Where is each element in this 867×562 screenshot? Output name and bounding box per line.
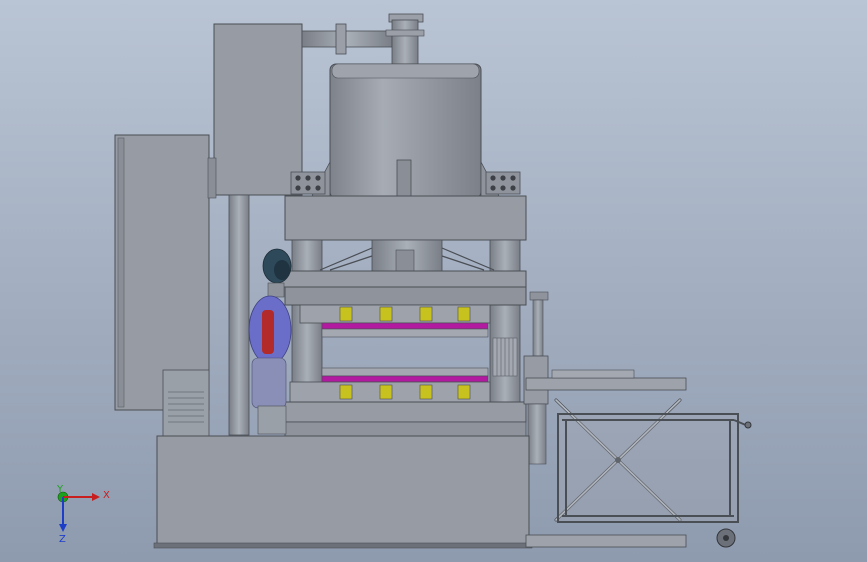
top-crown-beam xyxy=(284,195,527,241)
moving-platen xyxy=(279,270,527,306)
hydraulic-cylinder-tank xyxy=(329,63,482,199)
transfer-cart xyxy=(557,413,749,523)
pump-motor xyxy=(162,369,210,437)
bolt-bracket-right xyxy=(485,171,521,195)
y-axis-label: Y xyxy=(56,484,64,495)
cad-viewport[interactable]: X Y Z xyxy=(0,0,867,562)
guide-rods xyxy=(492,337,518,377)
bolt-bracket-left xyxy=(290,171,326,195)
upper-mold xyxy=(299,304,491,338)
bottom-bolster xyxy=(279,401,527,437)
x-axis-label: X xyxy=(103,490,110,501)
vertical-pipe xyxy=(228,194,250,436)
control-box xyxy=(207,23,303,199)
base-tank xyxy=(153,435,533,549)
z-axis-label: Z xyxy=(59,534,66,545)
electrical-cabinet xyxy=(114,134,210,411)
